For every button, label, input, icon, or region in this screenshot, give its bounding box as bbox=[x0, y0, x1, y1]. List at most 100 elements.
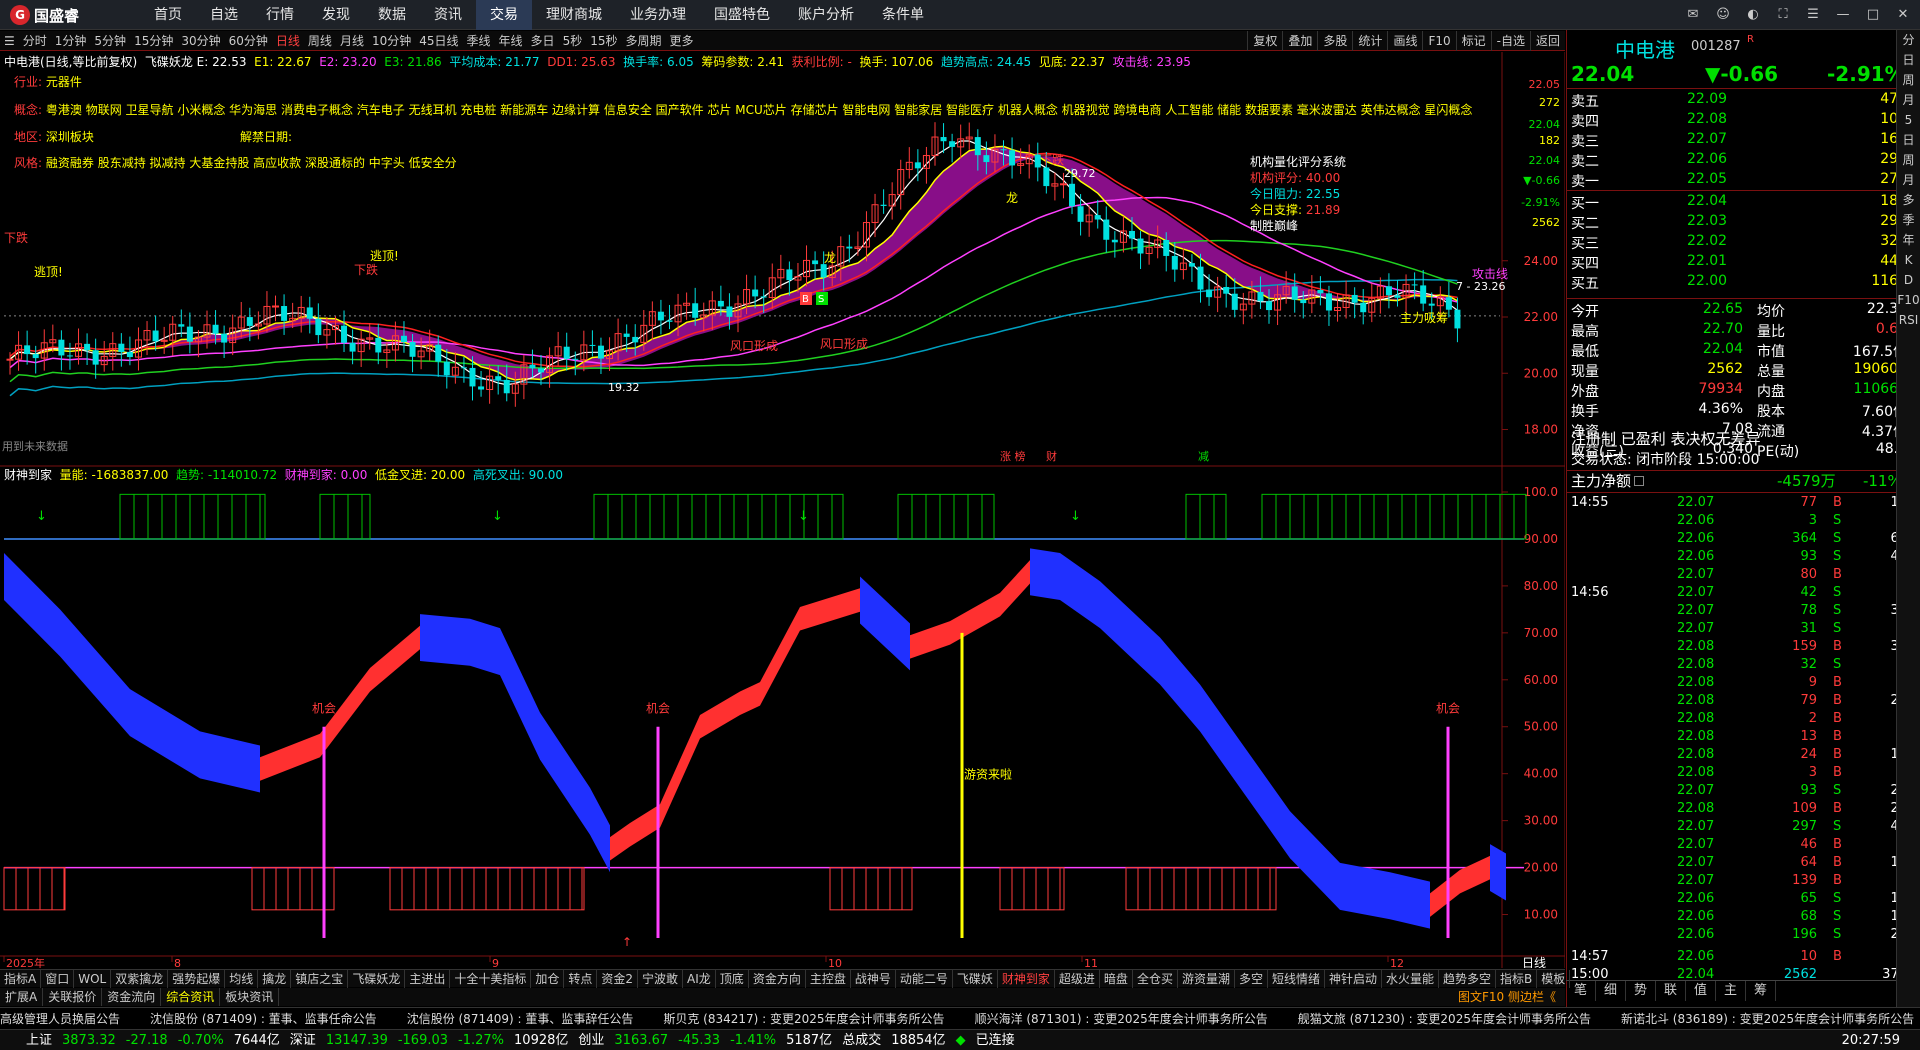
side-tab-10[interactable]: 年 bbox=[1897, 230, 1920, 250]
nav-item-8[interactable]: 业务办理 bbox=[616, 0, 700, 30]
period-tab-1[interactable]: 1分钟 bbox=[51, 31, 91, 51]
indicator-tab-23[interactable]: 超级进 bbox=[1055, 969, 1100, 988]
tool-button-5[interactable]: F10 bbox=[1422, 31, 1455, 51]
indicator-tab-20[interactable]: 动能二号 bbox=[896, 969, 953, 988]
indicator-tab-1[interactable]: 窗口 bbox=[41, 969, 75, 988]
indicator-tab-22[interactable]: 财神到家 bbox=[998, 969, 1055, 988]
side-tab-6[interactable]: 周 bbox=[1897, 150, 1920, 170]
f10-sidebar-toggle[interactable]: 图文F10 侧边栏《 bbox=[1453, 988, 1561, 1006]
ask-row[interactable]: 卖二 22.06 292 bbox=[1567, 151, 1907, 170]
nav-item-7[interactable]: 理财商城 bbox=[532, 0, 616, 30]
period-tab-6[interactable]: 日线 bbox=[272, 31, 304, 51]
indicator-tab-29[interactable]: 神针启动 bbox=[1325, 969, 1383, 988]
news-item[interactable]: 斯贝克 (834217) : 变更2025年度会计师事务所公告 bbox=[663, 1008, 944, 1030]
ask-row[interactable]: 卖一 22.05 272 bbox=[1567, 171, 1907, 190]
sub-indicator-name[interactable]: 财神到家 bbox=[4, 466, 52, 483]
indicator-tab-12[interactable]: 转点 bbox=[564, 969, 598, 988]
side-tab-1[interactable]: 日 bbox=[1897, 50, 1920, 70]
side-tab-12[interactable]: D bbox=[1897, 270, 1920, 290]
maximize-icon[interactable]: □ bbox=[1862, 4, 1884, 26]
bid-row[interactable]: 买三 22.02 326 bbox=[1567, 233, 1907, 252]
quote-tab-4[interactable]: 值 bbox=[1686, 981, 1716, 1001]
quote-tab-6[interactable]: 筹 bbox=[1746, 981, 1776, 1001]
bid-row[interactable]: 买二 22.03 295 bbox=[1567, 213, 1907, 232]
tool-button-6[interactable]: 标记 bbox=[1455, 31, 1491, 51]
period-tab-7[interactable]: 周线 bbox=[304, 31, 336, 51]
indicator-tab-15[interactable]: AI龙 bbox=[683, 969, 716, 988]
indicator-tab-21[interactable]: 飞碟妖 bbox=[953, 969, 998, 988]
news-item[interactable]: 新诺北斗 (836189) : 变更2025年度会计师事务所公告 bbox=[1621, 1008, 1914, 1030]
period-tab-5[interactable]: 60分钟 bbox=[225, 31, 272, 51]
menu-icon[interactable]: ☰ bbox=[1802, 4, 1824, 26]
nav-item-1[interactable]: 自选 bbox=[196, 0, 252, 30]
side-tab-8[interactable]: 多 bbox=[1897, 190, 1920, 210]
indicator-tab-26[interactable]: 游资量潮 bbox=[1178, 969, 1235, 988]
message-icon[interactable]: ✉ bbox=[1682, 4, 1704, 26]
ext-tab-1[interactable]: 关联报价 bbox=[43, 988, 103, 1006]
indicator-tab-3[interactable]: 双紫擒龙 bbox=[111, 969, 169, 988]
quote-tab-1[interactable]: 细 bbox=[1596, 981, 1626, 1001]
indicator-tab-2[interactable]: WOL bbox=[74, 969, 112, 988]
period-tab-14[interactable]: 5秒 bbox=[559, 31, 587, 51]
tick-list[interactable]: 14:5522.0777B18 22.063S3 22.06364S65 22.069… bbox=[1567, 492, 1920, 992]
tool-button-7[interactable]: -自选 bbox=[1490, 31, 1530, 51]
bid-row[interactable]: 买一 22.04 182 bbox=[1567, 193, 1907, 212]
fullscreen-icon[interactable]: ⛶ bbox=[1772, 4, 1794, 26]
period-tab-13[interactable]: 多日 bbox=[527, 31, 559, 51]
nav-item-10[interactable]: 账户分析 bbox=[784, 0, 868, 30]
news-item[interactable]: 沈信股份 (871409) : 董事、监事任命公告 bbox=[150, 1008, 377, 1030]
ask-row[interactable]: 卖四 22.08 101 bbox=[1567, 111, 1907, 130]
ask-row[interactable]: 卖三 22.07 162 bbox=[1567, 131, 1907, 150]
indicator-tab-6[interactable]: 擒龙 bbox=[258, 969, 292, 988]
nav-item-9[interactable]: 国盛特色 bbox=[700, 0, 784, 30]
bid-row[interactable]: 买四 22.01 440 bbox=[1567, 253, 1907, 272]
tool-button-2[interactable]: 多股 bbox=[1317, 31, 1352, 51]
tool-button-3[interactable]: 统计 bbox=[1352, 31, 1387, 51]
nav-item-0[interactable]: 首页 bbox=[140, 0, 196, 30]
ext-tab-0[interactable]: 扩展A bbox=[0, 988, 44, 1006]
side-tab-2[interactable]: 周 bbox=[1897, 70, 1920, 90]
indicator-tab-10[interactable]: 十全十美指标 bbox=[450, 969, 532, 988]
period-tab-17[interactable]: 更多 bbox=[666, 31, 698, 51]
indicator-tab-5[interactable]: 均线 bbox=[225, 969, 259, 988]
nav-item-6[interactable]: 交易 bbox=[476, 0, 532, 30]
quote-tab-2[interactable]: 势 bbox=[1626, 981, 1656, 1001]
side-tab-9[interactable]: 季 bbox=[1897, 210, 1920, 230]
indicator-tab-14[interactable]: 宁波敢 bbox=[638, 969, 684, 988]
ask-row[interactable]: 卖五 22.09 472 bbox=[1567, 91, 1907, 110]
side-tab-4[interactable]: 5 bbox=[1897, 110, 1920, 130]
indicator-tab-28[interactable]: 短线情绪 bbox=[1268, 969, 1325, 988]
minimize-icon[interactable]: — bbox=[1832, 4, 1854, 26]
indicator-tab-19[interactable]: 战神号 bbox=[851, 969, 896, 988]
period-tab-10[interactable]: 45日线 bbox=[415, 31, 462, 51]
indicator-tab-13[interactable]: 资金2 bbox=[597, 969, 639, 988]
tool-button-1[interactable]: 叠加 bbox=[1282, 31, 1317, 51]
indicator-tab-4[interactable]: 强势起爆 bbox=[168, 969, 226, 988]
indicator-tab-31[interactable]: 趋势多空 bbox=[1439, 969, 1497, 988]
indicator-tab-16[interactable]: 顶底 bbox=[716, 969, 749, 988]
nav-item-2[interactable]: 行情 bbox=[252, 0, 308, 30]
side-tab-3[interactable]: 月 bbox=[1897, 90, 1920, 110]
indicator-tab-11[interactable]: 加仓 bbox=[531, 969, 565, 988]
quote-tab-0[interactable]: 笔 bbox=[1566, 981, 1596, 1001]
period-tab-4[interactable]: 30分钟 bbox=[177, 31, 224, 51]
skin-icon[interactable]: ◐ bbox=[1742, 4, 1764, 26]
indicator-tab-7[interactable]: 镇店之宝 bbox=[291, 969, 349, 988]
period-tab-8[interactable]: 月线 bbox=[336, 31, 368, 51]
period-tab-12[interactable]: 年线 bbox=[495, 31, 527, 51]
nav-item-11[interactable]: 条件单 bbox=[868, 0, 938, 30]
nav-item-3[interactable]: 发现 bbox=[308, 0, 364, 30]
nav-item-5[interactable]: 资讯 bbox=[420, 0, 476, 30]
period-tab-11[interactable]: 季线 bbox=[463, 31, 495, 51]
period-tab-3[interactable]: 15分钟 bbox=[130, 31, 177, 51]
news-item[interactable]: 沈信股份 (871409) : 董事、监事辞任公告 bbox=[407, 1008, 634, 1030]
period-tab-2[interactable]: 5分钟 bbox=[90, 31, 130, 51]
quote-tab-3[interactable]: 联 bbox=[1656, 981, 1686, 1001]
indicator-tab-0[interactable]: 指标A bbox=[0, 969, 42, 988]
news-item[interactable]: 顺兴海洋 (871301) : 变更2025年度会计师事务所公告 bbox=[975, 1008, 1268, 1030]
main-indicator-name[interactable]: 飞碟妖龙 bbox=[145, 53, 193, 70]
indicator-tab-9[interactable]: 主进出 bbox=[405, 969, 451, 988]
indicator-tab-25[interactable]: 全仓买 bbox=[1133, 969, 1178, 988]
ext-tab-2[interactable]: 资金流向 bbox=[102, 988, 162, 1006]
indicator-tab-30[interactable]: 水火量能 bbox=[1382, 969, 1440, 988]
